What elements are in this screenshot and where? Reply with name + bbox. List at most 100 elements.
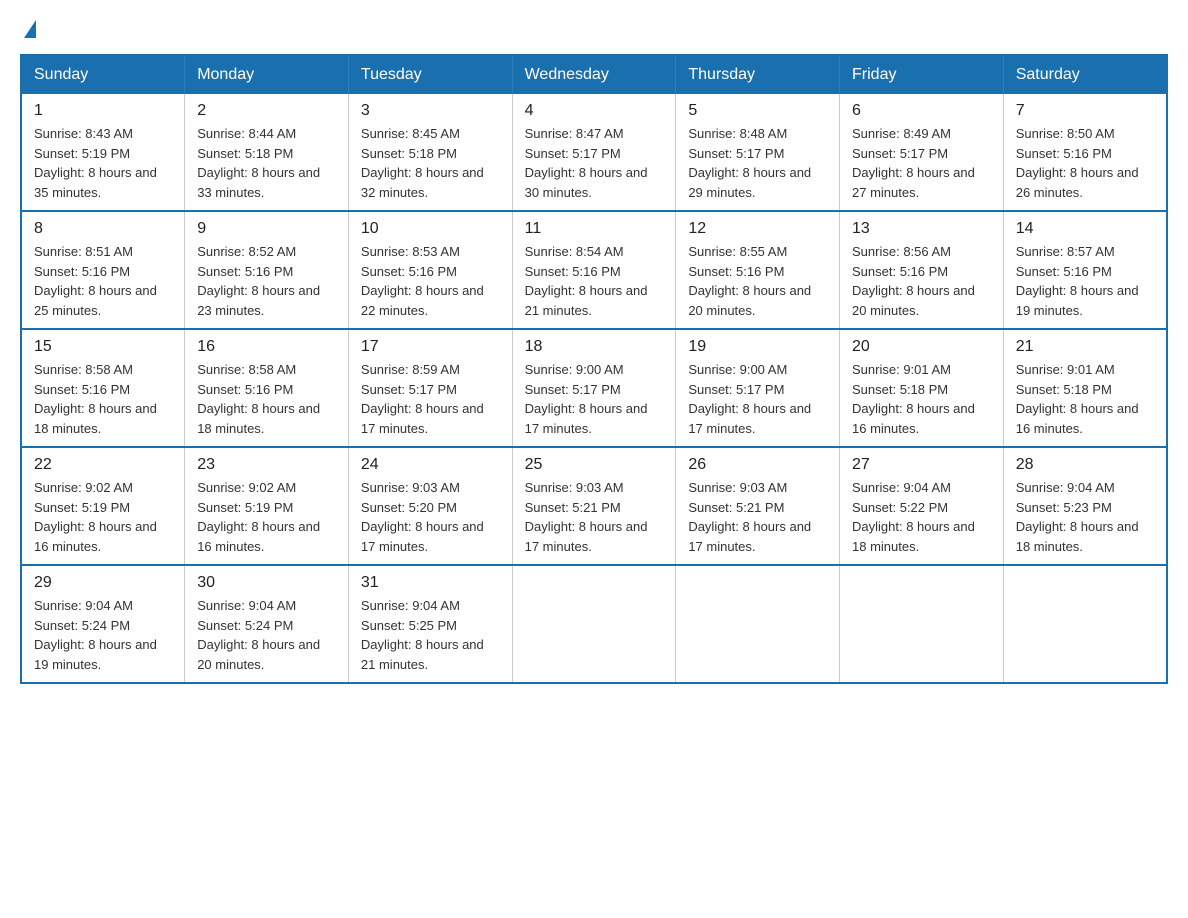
day-info: Sunrise: 9:01 AMSunset: 5:18 PMDaylight:… bbox=[1016, 360, 1154, 438]
calendar-cell: 9 Sunrise: 8:52 AMSunset: 5:16 PMDaylight… bbox=[185, 211, 349, 329]
calendar-cell: 7 Sunrise: 8:50 AMSunset: 5:16 PMDaylight… bbox=[1003, 94, 1167, 211]
day-info: Sunrise: 8:48 AMSunset: 5:17 PMDaylight:… bbox=[688, 124, 827, 202]
calendar-cell: 25Sunrise: 9:03 AMSunset: 5:21 PMDayligh… bbox=[512, 447, 676, 565]
col-header-monday: Monday bbox=[185, 55, 349, 94]
day-number: 4 bbox=[525, 102, 664, 120]
calendar-cell: 28 Sunrise: 9:04 AMSunset: 5:23 PMDayligh… bbox=[1003, 447, 1167, 565]
col-header-tuesday: Tuesday bbox=[348, 55, 512, 94]
day-info: Sunrise: 8:43 AMSunset: 5:19 PMDaylight:… bbox=[34, 124, 172, 202]
calendar-cell: 2 Sunrise: 8:44 AMSunset: 5:18 PMDaylight… bbox=[185, 94, 349, 211]
day-number: 26 bbox=[688, 456, 827, 474]
logo-triangle-icon bbox=[24, 20, 36, 38]
calendar-cell bbox=[840, 565, 1004, 683]
col-header-friday: Friday bbox=[840, 55, 1004, 94]
calendar-cell: 17Sunrise: 8:59 AMSunset: 5:17 PMDayligh… bbox=[348, 329, 512, 447]
day-info: Sunrise: 9:01 AMSunset: 5:18 PMDaylight:… bbox=[852, 360, 991, 438]
day-number: 23 bbox=[197, 456, 336, 474]
calendar-cell: 20 Sunrise: 9:01 AMSunset: 5:18 PMDayligh… bbox=[840, 329, 1004, 447]
day-number: 28 bbox=[1016, 456, 1154, 474]
day-info: Sunrise: 9:04 AMSunset: 5:22 PMDaylight:… bbox=[852, 478, 991, 556]
day-number: 21 bbox=[1016, 338, 1154, 356]
day-info: Sunrise: 9:04 AMSunset: 5:24 PMDaylight:… bbox=[197, 596, 336, 674]
day-info: Sunrise: 8:51 AMSunset: 5:16 PMDaylight:… bbox=[34, 242, 172, 320]
day-number: 2 bbox=[197, 102, 336, 120]
calendar-cell: 22 Sunrise: 9:02 AMSunset: 5:19 PMDayligh… bbox=[21, 447, 185, 565]
day-number: 16 bbox=[197, 338, 336, 356]
calendar-week-row: 22 Sunrise: 9:02 AMSunset: 5:19 PMDayligh… bbox=[21, 447, 1167, 565]
day-info: Sunrise: 8:57 AMSunset: 5:16 PMDaylight:… bbox=[1016, 242, 1154, 320]
calendar-cell: 1 Sunrise: 8:43 AMSunset: 5:19 PMDaylight… bbox=[21, 94, 185, 211]
day-number: 1 bbox=[34, 102, 172, 120]
day-number: 24 bbox=[361, 456, 500, 474]
calendar-cell: 15 Sunrise: 8:58 AMSunset: 5:16 PMDayligh… bbox=[21, 329, 185, 447]
day-info: Sunrise: 8:55 AMSunset: 5:16 PMDaylight:… bbox=[688, 242, 827, 320]
calendar-header-row: SundayMondayTuesdayWednesdayThursdayFrid… bbox=[21, 55, 1167, 94]
calendar-cell: 19Sunrise: 9:00 AMSunset: 5:17 PMDayligh… bbox=[676, 329, 840, 447]
calendar-cell: 23 Sunrise: 9:02 AMSunset: 5:19 PMDayligh… bbox=[185, 447, 349, 565]
day-number: 15 bbox=[34, 338, 172, 356]
day-number: 11 bbox=[525, 220, 664, 238]
calendar-cell: 13Sunrise: 8:56 AMSunset: 5:16 PMDayligh… bbox=[840, 211, 1004, 329]
calendar-cell: 26 Sunrise: 9:03 AMSunset: 5:21 PMDayligh… bbox=[676, 447, 840, 565]
col-header-wednesday: Wednesday bbox=[512, 55, 676, 94]
calendar-cell: 31 Sunrise: 9:04 AMSunset: 5:25 PMDayligh… bbox=[348, 565, 512, 683]
day-info: Sunrise: 8:44 AMSunset: 5:18 PMDaylight:… bbox=[197, 124, 336, 202]
calendar-cell: 6 Sunrise: 8:49 AMSunset: 5:17 PMDaylight… bbox=[840, 94, 1004, 211]
calendar-cell: 14 Sunrise: 8:57 AMSunset: 5:16 PMDayligh… bbox=[1003, 211, 1167, 329]
calendar-cell: 21 Sunrise: 9:01 AMSunset: 5:18 PMDayligh… bbox=[1003, 329, 1167, 447]
logo bbox=[20, 20, 36, 38]
calendar-cell: 24Sunrise: 9:03 AMSunset: 5:20 PMDayligh… bbox=[348, 447, 512, 565]
day-number: 30 bbox=[197, 574, 336, 592]
day-info: Sunrise: 9:00 AMSunset: 5:17 PMDaylight:… bbox=[525, 360, 664, 438]
calendar-cell: 30 Sunrise: 9:04 AMSunset: 5:24 PMDayligh… bbox=[185, 565, 349, 683]
day-number: 6 bbox=[852, 102, 991, 120]
calendar-cell: 10Sunrise: 8:53 AMSunset: 5:16 PMDayligh… bbox=[348, 211, 512, 329]
col-header-saturday: Saturday bbox=[1003, 55, 1167, 94]
day-number: 12 bbox=[688, 220, 827, 238]
col-header-sunday: Sunday bbox=[21, 55, 185, 94]
calendar-cell: 4 Sunrise: 8:47 AMSunset: 5:17 PMDaylight… bbox=[512, 94, 676, 211]
day-info: Sunrise: 8:47 AMSunset: 5:17 PMDaylight:… bbox=[525, 124, 664, 202]
day-info: Sunrise: 8:50 AMSunset: 5:16 PMDaylight:… bbox=[1016, 124, 1154, 202]
day-number: 7 bbox=[1016, 102, 1154, 120]
day-info: Sunrise: 8:49 AMSunset: 5:17 PMDaylight:… bbox=[852, 124, 991, 202]
calendar-cell bbox=[512, 565, 676, 683]
day-number: 20 bbox=[852, 338, 991, 356]
calendar-cell bbox=[1003, 565, 1167, 683]
day-info: Sunrise: 8:58 AMSunset: 5:16 PMDaylight:… bbox=[34, 360, 172, 438]
col-header-thursday: Thursday bbox=[676, 55, 840, 94]
day-number: 3 bbox=[361, 102, 500, 120]
page-header bbox=[20, 20, 1168, 38]
day-info: Sunrise: 9:02 AMSunset: 5:19 PMDaylight:… bbox=[197, 478, 336, 556]
day-number: 19 bbox=[688, 338, 827, 356]
day-number: 22 bbox=[34, 456, 172, 474]
calendar-cell: 18 Sunrise: 9:00 AMSunset: 5:17 PMDayligh… bbox=[512, 329, 676, 447]
day-info: Sunrise: 9:04 AMSunset: 5:23 PMDaylight:… bbox=[1016, 478, 1154, 556]
calendar-week-row: 8 Sunrise: 8:51 AMSunset: 5:16 PMDaylight… bbox=[21, 211, 1167, 329]
calendar-cell: 12 Sunrise: 8:55 AMSunset: 5:16 PMDayligh… bbox=[676, 211, 840, 329]
day-number: 14 bbox=[1016, 220, 1154, 238]
calendar-cell: 27Sunrise: 9:04 AMSunset: 5:22 PMDayligh… bbox=[840, 447, 1004, 565]
day-info: Sunrise: 8:58 AMSunset: 5:16 PMDaylight:… bbox=[197, 360, 336, 438]
day-number: 17 bbox=[361, 338, 500, 356]
calendar-cell: 8 Sunrise: 8:51 AMSunset: 5:16 PMDaylight… bbox=[21, 211, 185, 329]
calendar-cell: 5 Sunrise: 8:48 AMSunset: 5:17 PMDaylight… bbox=[676, 94, 840, 211]
day-number: 10 bbox=[361, 220, 500, 238]
day-number: 31 bbox=[361, 574, 500, 592]
day-number: 13 bbox=[852, 220, 991, 238]
calendar-cell bbox=[676, 565, 840, 683]
day-number: 8 bbox=[34, 220, 172, 238]
day-info: Sunrise: 9:04 AMSunset: 5:25 PMDaylight:… bbox=[361, 596, 500, 674]
day-info: Sunrise: 8:52 AMSunset: 5:16 PMDaylight:… bbox=[197, 242, 336, 320]
calendar-week-row: 1 Sunrise: 8:43 AMSunset: 5:19 PMDaylight… bbox=[21, 94, 1167, 211]
day-info: Sunrise: 8:54 AMSunset: 5:16 PMDaylight:… bbox=[525, 242, 664, 320]
day-number: 18 bbox=[525, 338, 664, 356]
day-number: 25 bbox=[525, 456, 664, 474]
day-info: Sunrise: 9:04 AMSunset: 5:24 PMDaylight:… bbox=[34, 596, 172, 674]
calendar-cell: 3Sunrise: 8:45 AMSunset: 5:18 PMDaylight… bbox=[348, 94, 512, 211]
day-number: 5 bbox=[688, 102, 827, 120]
day-info: Sunrise: 9:03 AMSunset: 5:21 PMDaylight:… bbox=[688, 478, 827, 556]
day-number: 9 bbox=[197, 220, 336, 238]
day-info: Sunrise: 9:02 AMSunset: 5:19 PMDaylight:… bbox=[34, 478, 172, 556]
calendar-cell: 16 Sunrise: 8:58 AMSunset: 5:16 PMDayligh… bbox=[185, 329, 349, 447]
